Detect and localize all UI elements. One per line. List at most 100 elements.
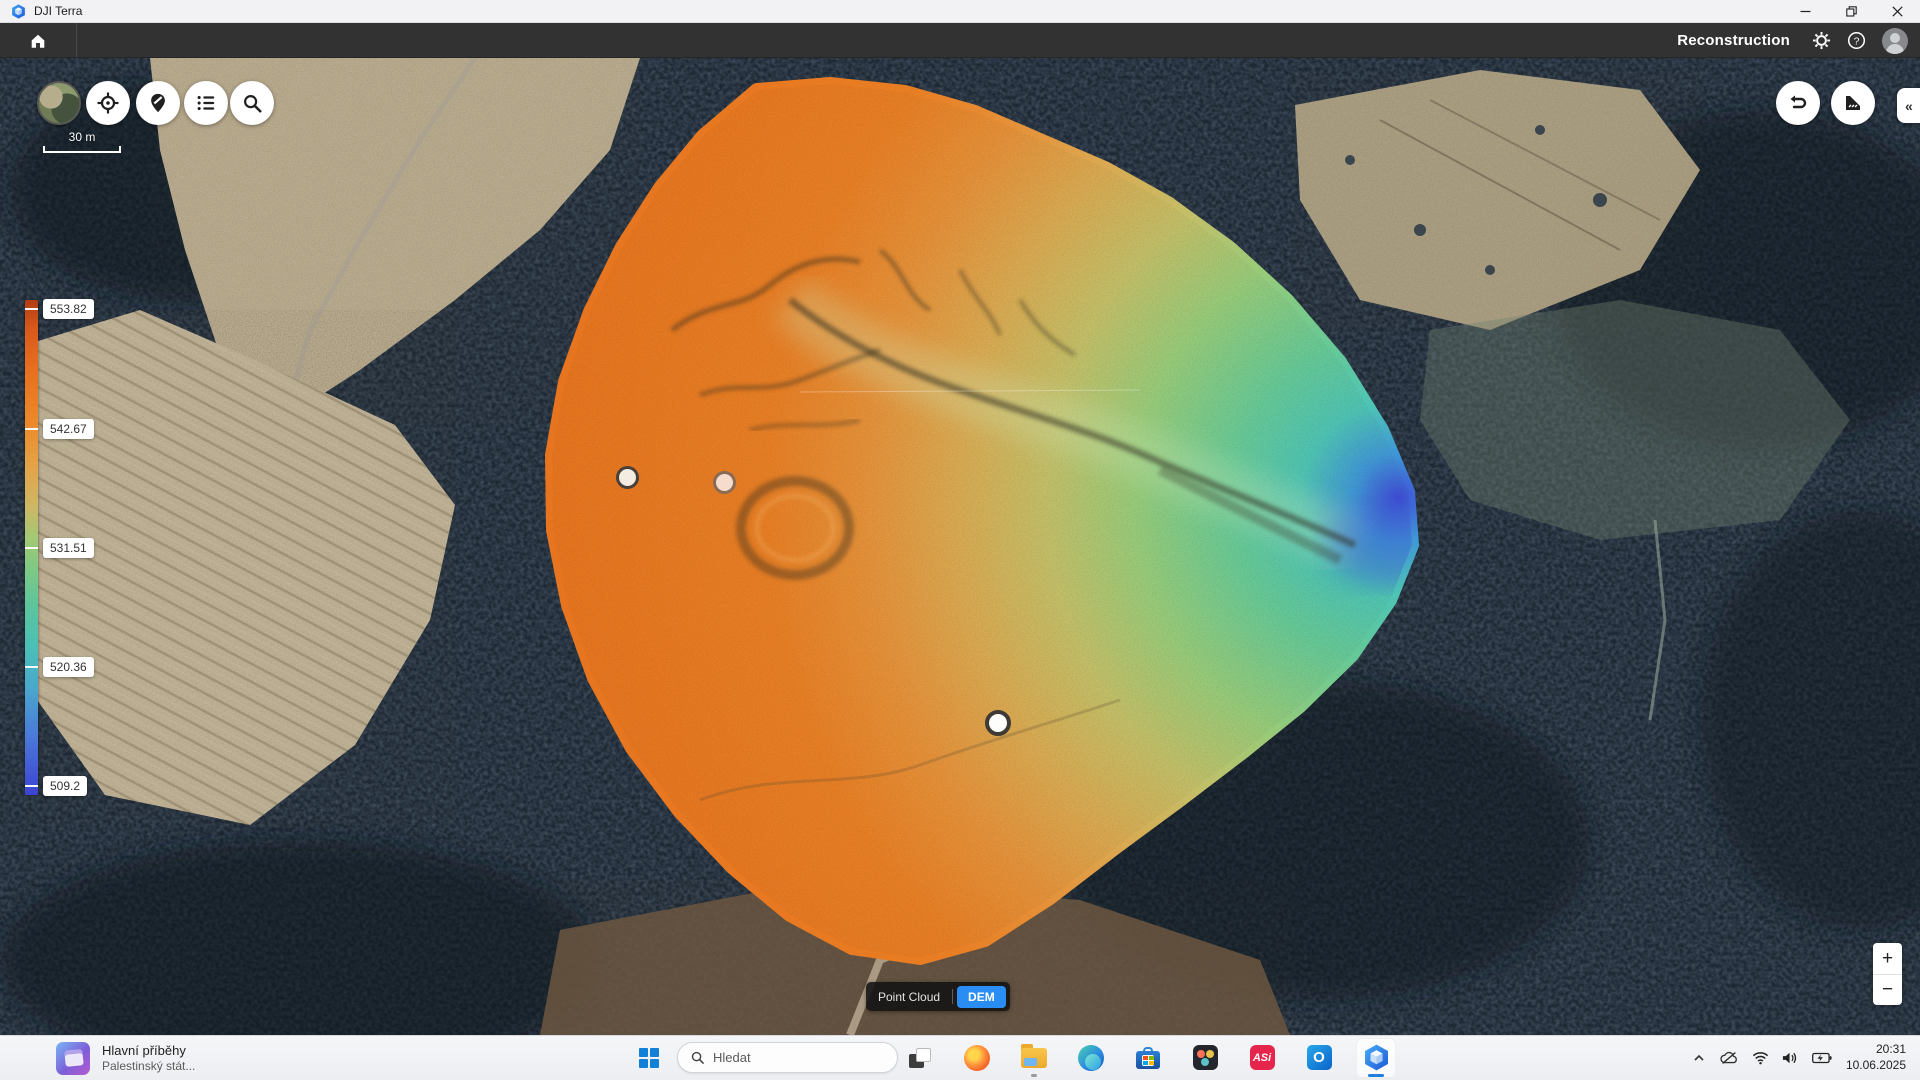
taskbar-app-dji-terra-active[interactable] xyxy=(1356,1038,1396,1078)
dem-tab-active[interactable]: DEM xyxy=(957,986,1006,1008)
title-bar: DJI Terra xyxy=(0,0,1920,23)
toggle-divider xyxy=(952,989,953,1004)
clock-time: 20:31 xyxy=(1846,1042,1906,1058)
running-indicator xyxy=(1031,1074,1037,1077)
firefox-icon xyxy=(964,1045,990,1071)
map-viewport[interactable] xyxy=(0,58,1920,1035)
news-widget-icon xyxy=(56,1042,90,1075)
user-avatar[interactable] xyxy=(1882,28,1908,54)
set-square-icon xyxy=(1841,91,1865,115)
map-pin-icon xyxy=(147,92,169,114)
dji-terra-window: 30 m 553.82 542.67 531.51 520.36 509.2 «… xyxy=(0,0,1920,1080)
legend-tick xyxy=(25,547,38,549)
legend-value-4: 520.36 xyxy=(43,657,94,677)
svg-text:?: ? xyxy=(1854,36,1860,47)
taskbar-search[interactable] xyxy=(677,1042,898,1073)
taskbar-app-outlook[interactable]: O xyxy=(1299,1038,1339,1078)
onedrive-offline-icon[interactable] xyxy=(1719,1050,1739,1066)
settings-gear-icon[interactable] xyxy=(1812,31,1831,50)
collapse-chevrons: « xyxy=(1905,98,1913,114)
map-zoom-control: + − xyxy=(1873,943,1902,1005)
taskbar-app-asi[interactable]: ASi xyxy=(1242,1038,1282,1078)
mode-label: Reconstruction xyxy=(1677,32,1790,49)
marker-pin-button[interactable] xyxy=(136,81,180,125)
windows-logo-icon xyxy=(639,1048,659,1068)
widgets-button[interactable]: Hlavní příběhy Palestinský stát... xyxy=(48,1039,203,1078)
tray-icons xyxy=(1692,1050,1832,1066)
taskbar-apps: ASi O xyxy=(900,1037,1396,1078)
taskbar-app-microsoft-store[interactable] xyxy=(1128,1038,1168,1078)
nav-bar: Reconstruction ? xyxy=(0,23,1920,58)
avatar-body xyxy=(1886,44,1904,54)
minimize-button[interactable] xyxy=(1782,0,1828,23)
legend-tick xyxy=(25,785,38,787)
crosshair-icon xyxy=(96,91,120,115)
elevation-legend-bar xyxy=(25,300,38,795)
legend-value-1: 553.82 xyxy=(43,299,94,319)
legend-tick xyxy=(25,308,38,310)
scale-ruler xyxy=(43,146,121,153)
avatar-head xyxy=(1890,33,1900,43)
scale-bar: 30 m xyxy=(43,130,121,153)
basemap-thumbnail-button[interactable] xyxy=(37,81,81,125)
edge-icon xyxy=(1078,1045,1104,1071)
hidden-icons-chevron[interactable] xyxy=(1692,1051,1706,1065)
restore-icon xyxy=(1846,6,1857,17)
legend-value-3: 531.51 xyxy=(43,538,94,558)
taskbar-app-firefox[interactable] xyxy=(957,1038,997,1078)
dji-terra-icon xyxy=(1363,1044,1390,1071)
point-cloud-tab[interactable]: Point Cloud xyxy=(878,990,952,1004)
map-canvas[interactable] xyxy=(0,58,1920,1035)
search-input[interactable] xyxy=(713,1050,873,1065)
gcp-marker-1[interactable] xyxy=(616,466,639,489)
help-icon[interactable]: ? xyxy=(1847,31,1866,50)
taskbar-app-task-view[interactable] xyxy=(900,1038,940,1078)
restore-button[interactable] xyxy=(1828,0,1874,23)
battery-charging-icon[interactable] xyxy=(1812,1052,1832,1064)
flight-route-button[interactable] xyxy=(1776,81,1820,125)
layer-mode-toggle: Point Cloud DEM xyxy=(866,982,1010,1011)
home-button[interactable] xyxy=(0,23,77,58)
widget-subheadline: Palestinský stát... xyxy=(102,1059,195,1074)
nav-right-cluster: Reconstruction ? xyxy=(1677,23,1908,58)
active-indicator xyxy=(1368,1074,1384,1077)
taskbar-clock[interactable]: 20:31 10.06.2025 xyxy=(1846,1042,1906,1073)
window-title: DJI Terra xyxy=(34,4,82,18)
clock-date: 10.06.2025 xyxy=(1846,1058,1906,1074)
taskbar-app-davinci-resolve[interactable] xyxy=(1185,1038,1225,1078)
legend-value-5: 509.2 xyxy=(43,776,87,796)
locate-button[interactable] xyxy=(86,81,130,125)
file-explorer-icon xyxy=(1021,1048,1047,1068)
outlook-icon: O xyxy=(1307,1045,1332,1070)
close-button[interactable] xyxy=(1874,0,1920,23)
legend-tick xyxy=(25,666,38,668)
search-icon xyxy=(690,1050,705,1065)
task-view-icon xyxy=(909,1048,931,1068)
widget-headline: Hlavní příběhy xyxy=(102,1043,195,1059)
taskbar-app-edge[interactable] xyxy=(1071,1038,1111,1078)
system-tray: 20:31 10.06.2025 xyxy=(1692,1035,1920,1080)
gcp-marker-2[interactable] xyxy=(713,471,736,494)
volume-icon[interactable] xyxy=(1782,1051,1799,1065)
search-icon xyxy=(241,92,263,114)
window-controls xyxy=(1782,0,1920,23)
collapse-panel-button[interactable]: « xyxy=(1897,88,1920,123)
legend-tick xyxy=(25,428,38,430)
home-icon xyxy=(29,32,47,50)
zoom-out-button[interactable]: − xyxy=(1873,975,1902,1006)
search-map-button[interactable] xyxy=(230,81,274,125)
microsoft-store-icon xyxy=(1136,1047,1160,1069)
scale-label: 30 m xyxy=(43,130,121,144)
measure-button[interactable] xyxy=(1831,81,1875,125)
close-icon xyxy=(1892,6,1903,17)
start-button[interactable] xyxy=(637,1046,661,1070)
wifi-icon[interactable] xyxy=(1752,1051,1769,1065)
flight-route-icon xyxy=(1786,91,1810,115)
gcp-marker-3[interactable] xyxy=(985,710,1011,736)
asi-icon: ASi xyxy=(1250,1045,1275,1070)
layer-list-button[interactable] xyxy=(184,81,228,125)
dji-terra-logo-icon xyxy=(11,4,26,19)
taskbar-app-file-explorer[interactable] xyxy=(1014,1038,1054,1078)
zoom-in-button[interactable]: + xyxy=(1873,943,1902,974)
minimize-icon xyxy=(1800,6,1811,17)
